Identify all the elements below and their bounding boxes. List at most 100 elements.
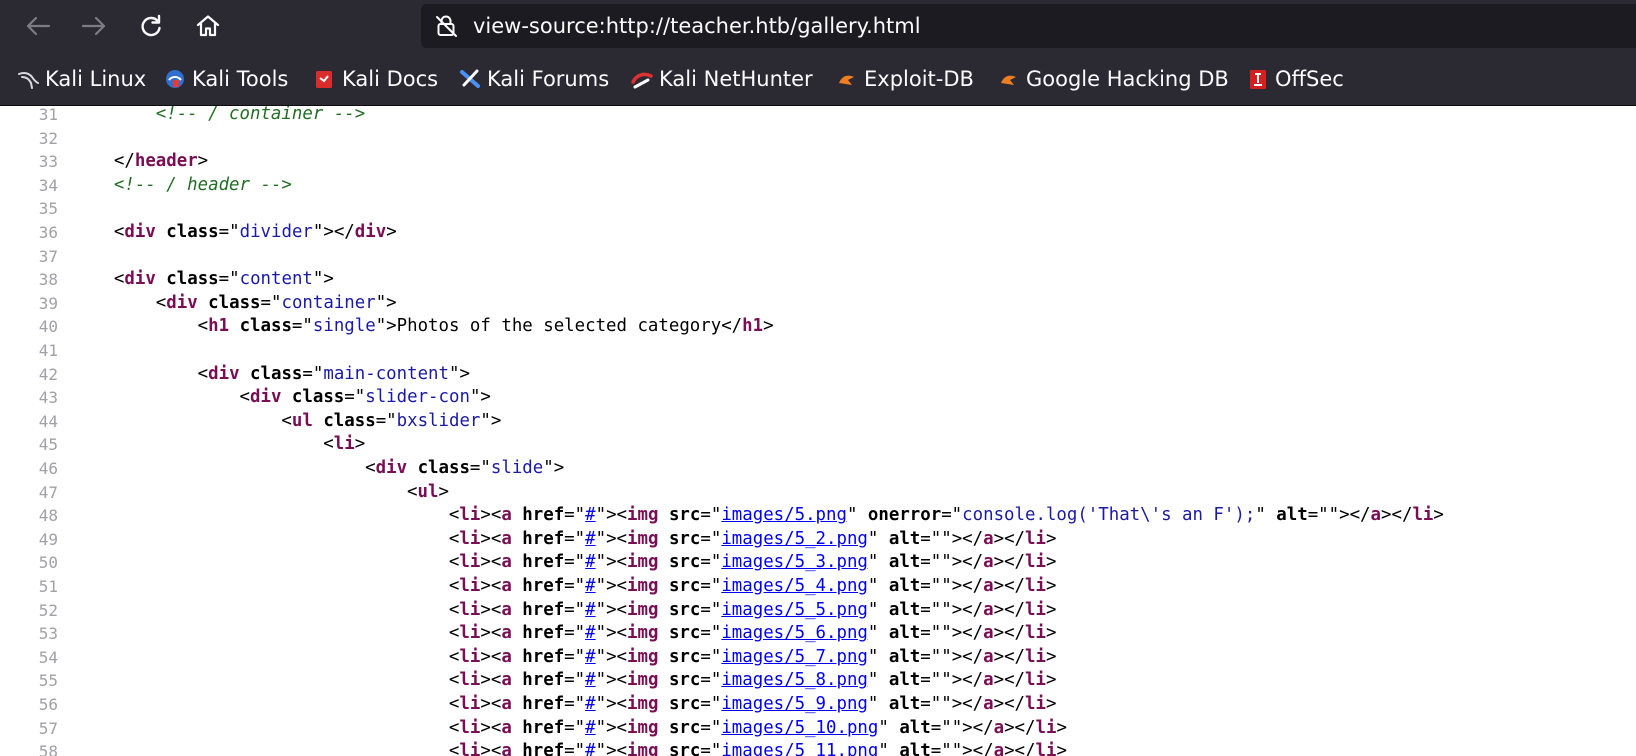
source-token <box>407 458 417 478</box>
bookmark-kali-tools[interactable]: Kali Tools <box>164 52 288 106</box>
source-link[interactable]: images/5_3.png <box>721 552 868 572</box>
source-token: a <box>501 552 512 573</box>
source-token: li <box>459 694 481 714</box>
source-token: img <box>627 552 659 573</box>
source-token: =""></ <box>920 694 984 714</box>
source-token: "> <box>480 410 502 431</box>
source-token: ">< <box>595 623 628 644</box>
source-token: class <box>291 387 345 408</box>
source-link[interactable]: # <box>585 623 595 643</box>
source-token: >< <box>480 670 502 691</box>
home-button[interactable] <box>190 8 226 44</box>
source-token: li <box>1035 741 1057 756</box>
source-token: =""></ <box>1307 505 1371 526</box>
address-bar[interactable]: view-source:http://teacher.htb/gallery.h… <box>421 4 1636 48</box>
source-link[interactable]: # <box>585 576 595 596</box>
source-token: < <box>197 316 209 337</box>
line-number: 51 <box>38 577 58 596</box>
source-token: li <box>333 434 355 455</box>
source-line: 36 <div class="divider"></div> <box>0 221 1636 245</box>
source-link[interactable]: images/5_2.png <box>721 529 868 549</box>
bookmark-exploit-db[interactable]: Exploit-DB <box>836 52 974 106</box>
source-link[interactable]: images/5_10.png <box>721 718 878 738</box>
source-token: </ <box>113 151 135 172</box>
bookmark-label: Kali NetHunter <box>659 67 813 91</box>
source-token <box>198 293 208 313</box>
source-link[interactable]: # <box>585 529 595 549</box>
source-token: < <box>448 552 460 573</box>
source-token: li <box>459 505 481 526</box>
source-line: 57 <li><a href="#"><img src="images/5_10… <box>0 717 1636 741</box>
source-link[interactable]: images/5.png <box>721 505 847 525</box>
source-token: ">< <box>595 576 628 596</box>
source-token: < <box>448 599 460 620</box>
source-line: 40 <h1 class="single">Photos of the sele… <box>0 315 1636 339</box>
source-token: ></ <box>1004 741 1036 756</box>
source-token: li <box>459 552 481 573</box>
line-code: <li><a href="#"><img src="images/5_11.pn… <box>72 740 1067 756</box>
bookmark-kali-docs[interactable]: Kali Docs <box>314 52 438 106</box>
source-link[interactable]: # <box>585 694 595 714</box>
source-line: 45 <li> <box>0 433 1636 457</box>
source-link[interactable]: # <box>585 670 595 690</box>
source-token: > <box>354 434 366 455</box>
source-token: =" <box>700 670 722 691</box>
line-number: 47 <box>38 482 58 502</box>
source-token: > <box>197 151 209 172</box>
source-token: a <box>501 694 512 714</box>
url-text[interactable]: view-source:http://teacher.htb/gallery.h… <box>473 4 921 48</box>
source-token: =" <box>941 505 963 526</box>
source-token: =" <box>700 623 722 644</box>
line-number: 32 <box>38 128 58 148</box>
source-link[interactable]: images/5_11.png <box>721 741 878 756</box>
source-link[interactable]: images/5_6.png <box>721 623 868 643</box>
source-token: =" <box>700 646 722 667</box>
forward-button[interactable] <box>76 8 112 44</box>
source-token <box>658 694 668 714</box>
line-number: 44 <box>38 411 58 431</box>
line-number: 33 <box>38 152 58 172</box>
reload-button[interactable] <box>133 8 169 44</box>
source-link[interactable]: # <box>585 552 595 572</box>
source-token: div <box>124 269 156 290</box>
source-token: href <box>522 599 565 620</box>
source-link[interactable]: # <box>585 647 595 667</box>
bookmark-google-hacking-db[interactable]: Google Hacking DB <box>998 52 1229 106</box>
source-token: "> <box>543 458 565 478</box>
line-number: 36 <box>38 223 58 242</box>
source-token: class <box>239 316 292 337</box>
source-link[interactable]: images/5_9.png <box>721 694 868 714</box>
line-code: <li> <box>72 433 365 457</box>
back-button[interactable] <box>20 8 56 44</box>
source-token: li <box>459 623 481 644</box>
source-token: alt <box>888 552 921 573</box>
source-token: =" <box>291 316 313 337</box>
source-token: ">< <box>595 694 628 714</box>
source-link[interactable]: # <box>585 600 595 620</box>
source-link[interactable]: images/5_4.png <box>721 576 868 596</box>
bookmark-kali-nethunter[interactable]: Kali NetHunter <box>631 52 813 106</box>
source-link[interactable]: images/5_7.png <box>721 647 868 667</box>
insecure-lock-icon[interactable] <box>435 15 459 37</box>
source-link[interactable]: # <box>585 741 595 756</box>
source-token: src <box>668 528 701 549</box>
bookmark-offsec[interactable]: OffSec <box>1247 52 1344 106</box>
source-token: li <box>1025 646 1046 667</box>
source-link[interactable]: # <box>585 505 595 525</box>
source-line: 32 <box>0 127 1636 151</box>
source-token: alt <box>888 646 921 667</box>
source-token: src <box>668 576 701 596</box>
source-token: =" <box>218 269 240 290</box>
bookmark-kali-linux[interactable]: Kali Linux <box>17 52 146 106</box>
source-token: li <box>1025 528 1046 549</box>
source-token: ">< <box>595 670 628 691</box>
source-token: =""></ <box>930 717 994 738</box>
source-link[interactable]: # <box>585 718 595 738</box>
source-token: div <box>166 292 198 313</box>
source-token: h1 <box>208 316 230 337</box>
source-token: href <box>522 552 565 573</box>
source-link[interactable]: images/5_8.png <box>721 670 868 690</box>
bookmark-kali-forums[interactable]: Kali Forums <box>459 52 609 106</box>
bookmark-label: Google Hacking DB <box>1026 67 1229 91</box>
source-link[interactable]: images/5_5.png <box>721 600 868 620</box>
